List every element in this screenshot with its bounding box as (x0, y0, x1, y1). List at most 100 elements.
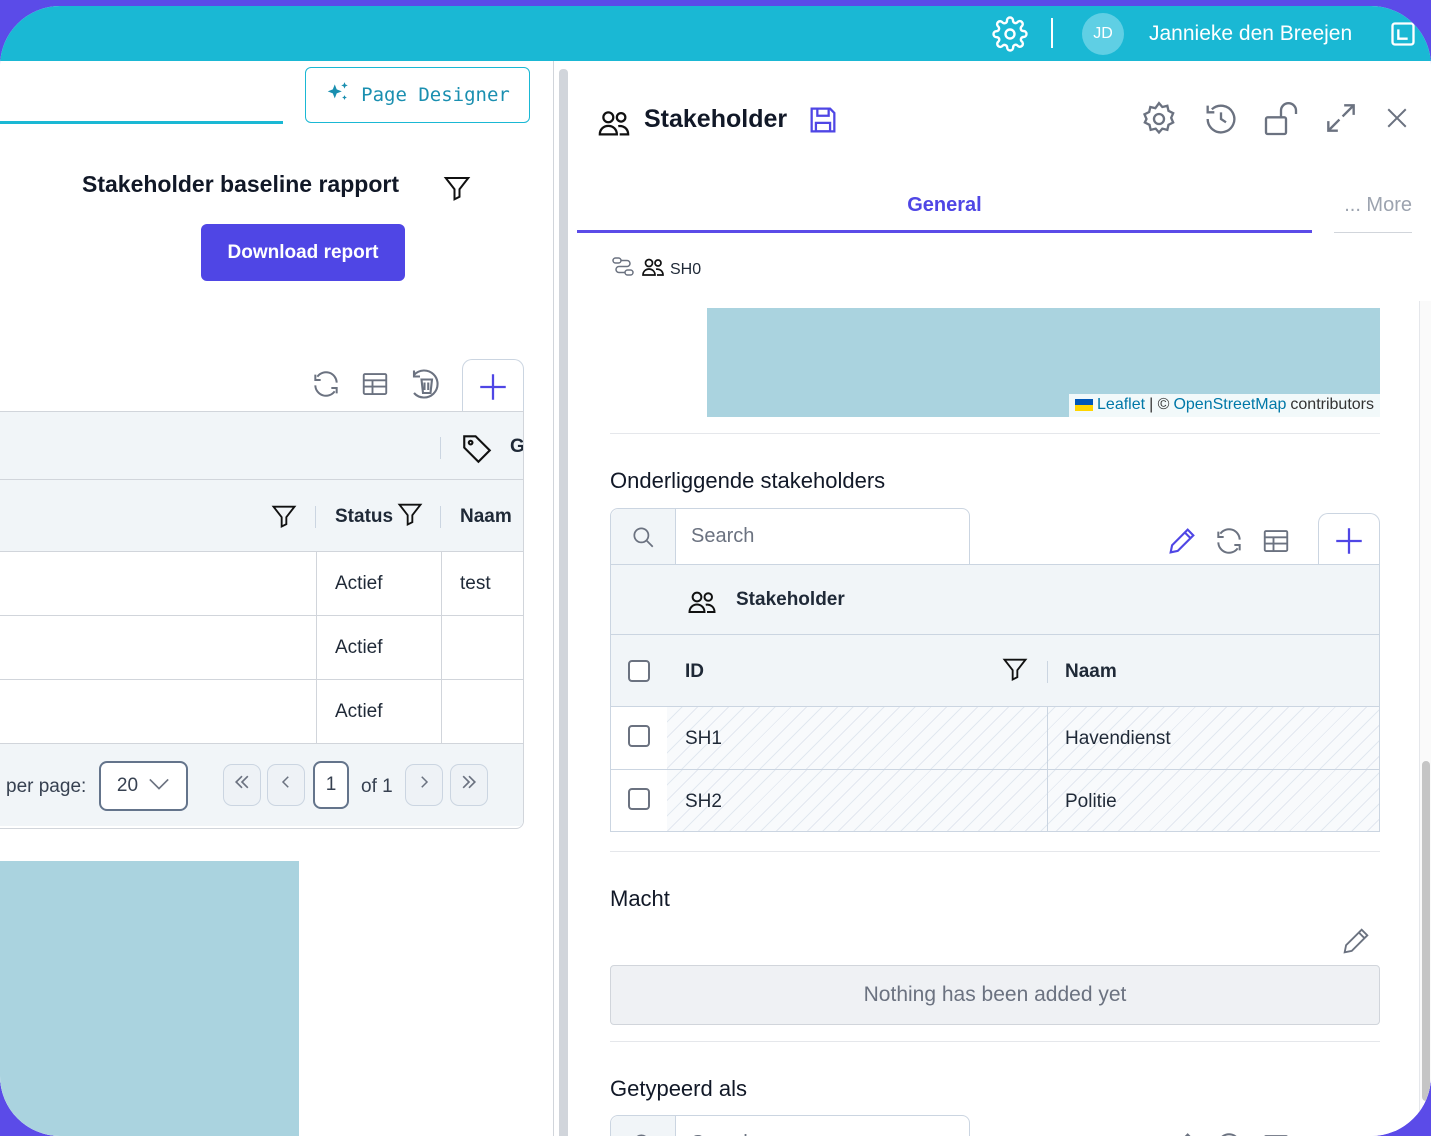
download-report-button[interactable]: Download report (201, 224, 405, 281)
next-page-button[interactable] (405, 764, 443, 806)
section-title-getypeerd: Getypeerd als (610, 1076, 747, 1101)
pencil-icon[interactable] (1165, 524, 1199, 563)
refresh-icon[interactable] (1213, 525, 1245, 562)
logout-icon[interactable] (1388, 20, 1418, 53)
sparkle-icon (325, 80, 351, 111)
row-checkbox[interactable] (628, 725, 650, 747)
column-header-naam[interactable]: Naam (460, 506, 512, 528)
active-tab-indicator (0, 121, 283, 124)
avatar[interactable]: JD (1082, 13, 1124, 55)
cell-status: Actief (335, 637, 383, 658)
pencil-icon[interactable] (1339, 924, 1373, 963)
grid-toolbar (1165, 524, 1293, 563)
hierarchy-icon (610, 255, 636, 284)
column-separator (1047, 661, 1048, 683)
tab-more[interactable]: ... More (1334, 181, 1412, 233)
panel-title: Stakeholder (644, 105, 788, 133)
report-panel: Page Designer Stakeholder baseline rappo… (0, 61, 553, 1136)
filter-icon[interactable] (396, 500, 424, 533)
table-row[interactable]: Actief (0, 616, 523, 680)
cell-divider (316, 552, 317, 615)
table-columns-icon[interactable] (358, 369, 392, 404)
unlock-icon[interactable] (1259, 99, 1303, 144)
filter-icon[interactable] (270, 502, 298, 535)
table-row[interactable]: SH2 Politie (611, 770, 1379, 831)
column-header-status[interactable]: Status (335, 506, 393, 528)
settings-gear-icon[interactable] (990, 16, 1030, 57)
page-number-input[interactable]: 1 (313, 761, 349, 809)
group-label: G (510, 436, 524, 457)
prev-page-button[interactable] (267, 764, 305, 806)
scrollbar[interactable] (1419, 301, 1431, 1136)
user-name[interactable]: Jannieke den Breejen (1149, 22, 1352, 46)
last-page-button[interactable] (450, 764, 488, 806)
pagination-bar: per page: 20 1 of 1 (0, 744, 523, 826)
cell-divider (441, 552, 442, 615)
add-button[interactable] (1318, 513, 1380, 567)
leaflet-link[interactable]: Leaflet (1097, 396, 1145, 414)
scrollbar-thumb[interactable] (1422, 761, 1430, 1101)
refresh-icon[interactable] (310, 368, 342, 405)
group-label: Stakeholder (736, 589, 845, 610)
table-row[interactable]: Actief (0, 680, 523, 744)
cell-status: Actief (335, 701, 383, 722)
chevron-left-icon (277, 772, 295, 798)
section-divider (610, 433, 1380, 434)
map-view[interactable]: Leaflet | © OpenStreetMap contributors (707, 308, 1380, 417)
table-columns-icon[interactable] (1259, 1131, 1293, 1136)
refresh-icon[interactable] (1213, 1130, 1245, 1136)
users-icon (595, 106, 633, 145)
table-columns-icon[interactable] (1259, 526, 1293, 561)
filter-icon[interactable] (442, 173, 472, 208)
page-of-label: of 1 (361, 776, 393, 797)
history-icon[interactable] (1201, 99, 1241, 144)
filter-icon[interactable] (1001, 655, 1029, 688)
table-row[interactable]: Actief test (0, 552, 523, 616)
pencil-icon[interactable] (1165, 1129, 1199, 1136)
openstreetmap-link[interactable]: OpenStreetMap (1173, 396, 1286, 414)
per-page-select[interactable]: 20 (99, 761, 188, 811)
onderliggende-stakeholders-grid: Stakeholder ID Naam SH1 Havendienst SH2 … (610, 564, 1380, 832)
first-page-button[interactable] (223, 764, 261, 806)
grid-group-header: G (0, 412, 523, 480)
search-input[interactable] (677, 509, 967, 564)
cell-divider (1047, 770, 1048, 831)
column-header-id[interactable]: ID (685, 661, 704, 683)
cell-id: SH2 (685, 791, 722, 812)
cell-status: Actief (335, 573, 383, 594)
tab-general[interactable]: General (577, 181, 1312, 233)
per-page-value: 20 (116, 775, 139, 796)
close-icon[interactable] (1382, 103, 1412, 138)
empty-state: Nothing has been added yet (610, 965, 1380, 1025)
cell-divider (316, 680, 317, 743)
panel-resize-handle[interactable] (553, 61, 577, 1136)
row-checkbox[interactable] (628, 788, 650, 810)
cell-naam: Havendienst (1065, 728, 1171, 749)
trash-restore-icon[interactable] (408, 366, 444, 407)
add-button[interactable] (462, 359, 524, 413)
column-separator (315, 506, 316, 528)
search-icon (611, 509, 676, 564)
users-icon (640, 255, 666, 284)
attribution-separator: | © (1149, 396, 1170, 413)
select-all-checkbox[interactable] (628, 660, 650, 682)
search-input[interactable] (677, 1116, 967, 1136)
search-icon (611, 1116, 676, 1136)
breadcrumb-id[interactable]: SH0 (670, 261, 701, 279)
table-row[interactable]: SH1 Havendienst (611, 707, 1379, 770)
double-chevron-left-icon (232, 772, 252, 798)
page-designer-button[interactable]: Page Designer (305, 67, 530, 123)
row-hatch (667, 707, 1379, 769)
expand-icon[interactable] (1322, 99, 1360, 142)
column-header-naam[interactable]: Naam (1065, 661, 1117, 683)
grid-header-row: Status Naam (0, 480, 523, 552)
section-divider (610, 851, 1380, 852)
map-view[interactable] (0, 861, 299, 1136)
resize-bar[interactable] (559, 69, 568, 1136)
save-icon[interactable] (806, 103, 840, 142)
chevron-down-icon (148, 775, 170, 797)
ukraine-flag-icon (1075, 399, 1094, 411)
row-hatch (667, 770, 1379, 831)
gear-icon[interactable] (1139, 99, 1179, 144)
grid-toolbar (310, 366, 444, 407)
